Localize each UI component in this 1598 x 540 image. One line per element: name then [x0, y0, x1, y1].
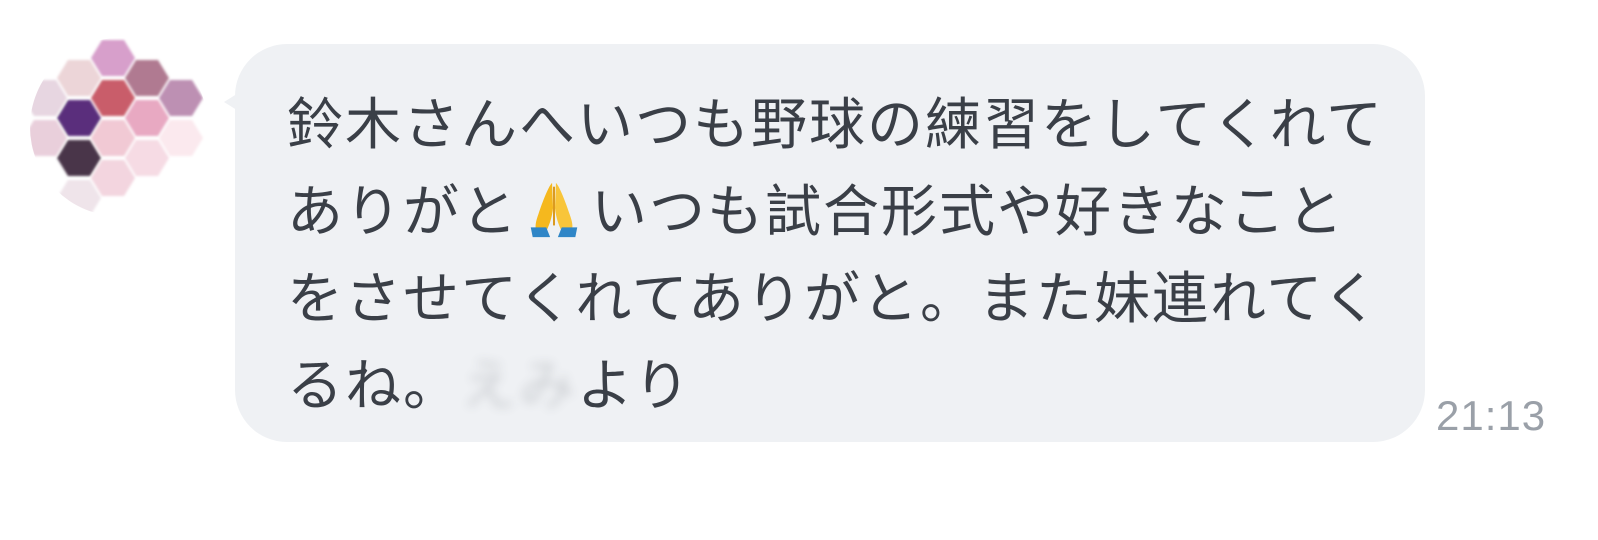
blurred-avatar-icon — [30, 38, 208, 216]
message-text-part-3: より — [577, 354, 692, 419]
sender-avatar[interactable] — [30, 38, 208, 216]
blurred-sender-name: えみ — [461, 354, 577, 419]
message-timestamp: 21:13 — [1436, 392, 1547, 439]
folded-hands-icon — [530, 182, 578, 238]
message-text: 鈴木さんへいつも野球の練習をしてくれてありがと いつも試合形式や好きなことをさせ… — [287, 82, 1385, 430]
chat-message-row: 鈴木さんへいつも野球の練習をしてくれてありがと いつも試合形式や好きなことをさせ… — [0, 0, 1598, 540]
message-bubble[interactable]: 鈴木さんへいつも野球の練習をしてくれてありがと いつも試合形式や好きなことをさせ… — [235, 44, 1425, 442]
